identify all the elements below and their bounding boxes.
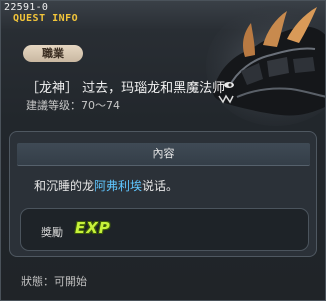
content-box: 內容 和沉睡的龙阿弗利埃说话。 獎勵 EXP bbox=[9, 131, 317, 257]
recommended-level: 建議等级：70～74 bbox=[26, 99, 120, 112]
desc-text-after: 说话。 bbox=[142, 179, 179, 193]
exp-icon: EXP bbox=[75, 219, 111, 237]
quest-id: 22591-0 bbox=[4, 2, 49, 13]
npc-name-link[interactable]: 阿弗利埃 bbox=[94, 179, 142, 193]
reward-label: 獎勵 bbox=[41, 226, 63, 239]
desc-text-before: 和沉睡的龙 bbox=[34, 179, 95, 193]
content-header: 內容 bbox=[17, 143, 310, 166]
window-title: QUEST INFO bbox=[13, 13, 79, 24]
job-badge: 職業 bbox=[23, 45, 83, 62]
reward-box: 獎勵 EXP bbox=[20, 208, 309, 251]
quest-status: 狀態：可開始 bbox=[21, 275, 87, 288]
quest-info-window: 22591-0 QUEST INFO 職業 ［龙神］ 过去，玛瑙龙和黑魔法师 建… bbox=[0, 0, 326, 301]
quest-npc-title: ［龙神］ 过去，玛瑙龙和黑魔法师 bbox=[26, 81, 226, 96]
quest-description: 和沉睡的龙阿弗利埃说话。 bbox=[34, 177, 178, 194]
